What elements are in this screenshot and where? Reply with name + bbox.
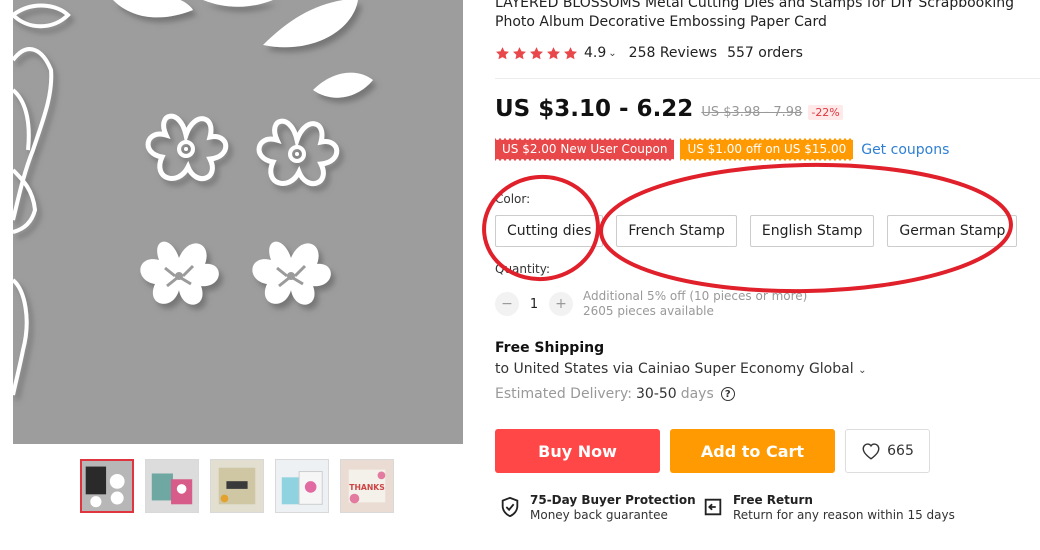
divider <box>495 78 1040 79</box>
quantity-label: Quantity: <box>495 262 551 276</box>
wishlist-button[interactable]: 665 <box>845 429 930 473</box>
chevron-down-icon[interactable]: ⌄ <box>608 48 616 59</box>
shield-check-icon <box>501 496 519 518</box>
option-english-stamp[interactable]: English Stamp <box>749 215 875 247</box>
buy-now-button[interactable]: Buy Now <box>495 429 660 473</box>
original-price: US $3.98 - 7.98 <box>701 105 803 120</box>
rating-stars <box>495 46 578 61</box>
star-icon <box>547 46 560 59</box>
option-german-stamp[interactable]: German Stamp <box>887 215 1018 247</box>
star-icon <box>564 46 577 59</box>
delivery-unit: days <box>680 386 714 402</box>
question-circle-icon[interactable]: ? <box>720 387 735 401</box>
rating-score[interactable]: 4.9 <box>584 45 606 61</box>
wishlist-count: 665 <box>887 443 914 459</box>
buyer-protection: 75-Day Buyer Protection Money back guara… <box>499 493 696 523</box>
return-title: Free Return <box>733 493 813 507</box>
new-user-coupon[interactable]: US $2.00 New User Coupon <box>495 138 675 161</box>
protection-sub: Money back guarantee <box>530 508 668 522</box>
thumbnail-4[interactable] <box>275 459 329 513</box>
thumbnail-strip: THANKS <box>80 459 394 513</box>
thumbnail-2[interactable] <box>145 459 199 513</box>
add-to-cart-button[interactable]: Add to Cart <box>670 429 835 473</box>
coupon-row: US $2.00 New User Coupon US $1.00 off on… <box>495 138 949 161</box>
chevron-down-icon[interactable]: ⌄ <box>858 365 866 376</box>
increase-button[interactable]: + <box>549 292 573 316</box>
estimated-delivery: Estimated Delivery: 30-50 days ? <box>495 386 735 402</box>
quantity-note: Additional 5% off (10 pieces or more) 26… <box>583 289 807 319</box>
return-sub: Return for any reason within 15 days <box>733 508 955 522</box>
product-title: LAYERED BLOSSOMS Metal Cutting Dies and … <box>495 0 1015 30</box>
protection-title: 75-Day Buyer Protection <box>530 493 696 507</box>
delivery-label: Estimated Delivery: <box>495 386 632 402</box>
main-product-image[interactable] <box>13 0 463 444</box>
option-french-stamp[interactable]: French Stamp <box>616 215 737 247</box>
heart-icon <box>862 443 880 460</box>
orders-count: 557 orders <box>727 45 803 61</box>
star-icon <box>496 46 509 59</box>
get-coupons-link[interactable]: Get coupons <box>861 142 949 158</box>
stock-available: 2605 pieces available <box>583 304 714 318</box>
shipping-method[interactable]: to United States via Cainiao Super Econo… <box>495 361 866 377</box>
quantity-stepper: − 1 + <box>495 292 573 316</box>
star-icon <box>530 46 543 59</box>
svg-text:THANKS: THANKS <box>349 483 385 492</box>
rating-row: 4.9 ⌄ 258 Reviews 557 orders <box>495 45 803 61</box>
thumbnail-1[interactable] <box>80 459 134 513</box>
current-price: US $3.10 - 6.22 <box>495 96 694 122</box>
delivery-days: 30-50 <box>636 386 677 402</box>
quantity-value[interactable]: 1 <box>519 297 549 312</box>
color-label: Color: <box>495 192 531 206</box>
thumbnail-5[interactable]: THANKS <box>340 459 394 513</box>
shipping-method-text[interactable]: to United States via Cainiao Super Econo… <box>495 361 854 377</box>
free-return: Free Return Return for any reason within… <box>702 493 955 523</box>
decrease-button[interactable]: − <box>495 292 519 316</box>
star-icon <box>513 46 526 59</box>
return-box-icon <box>704 498 722 516</box>
discount-badge: -22% <box>808 105 843 120</box>
option-cutting-dies[interactable]: Cutting dies <box>495 215 604 247</box>
bulk-discount-note: Additional 5% off (10 pieces or more) <box>583 289 808 303</box>
reviews-count[interactable]: 258 Reviews <box>629 45 717 61</box>
product-photo <box>13 0 463 444</box>
color-options: Cutting dies French Stamp English Stamp … <box>495 215 1018 247</box>
store-coupon[interactable]: US $1.00 off on US $15.00 <box>680 138 854 161</box>
thumbnail-3[interactable] <box>210 459 264 513</box>
shipping-title: Free Shipping <box>495 340 605 356</box>
price-row: US $3.10 - 6.22 US $3.98 - 7.98 -22% <box>495 96 843 122</box>
